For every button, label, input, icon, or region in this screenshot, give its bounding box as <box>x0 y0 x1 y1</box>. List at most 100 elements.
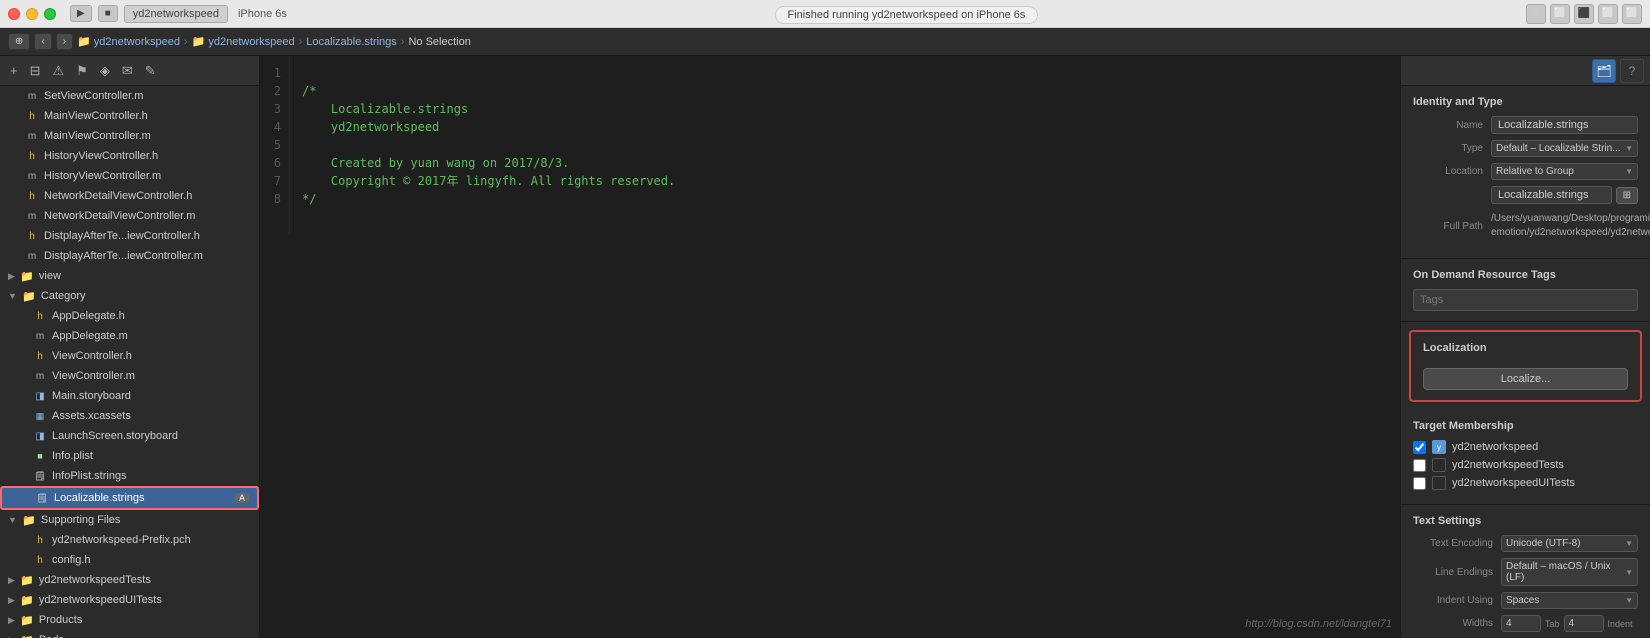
file-icon: h <box>32 308 48 324</box>
location-file-value: Localizable.strings <box>1491 186 1612 204</box>
type-select[interactable]: Default – Localizable Strin... ▼ <box>1491 140 1638 157</box>
file-icon: ▦ <box>32 408 48 424</box>
breadcrumb-sep-0: › <box>184 36 188 48</box>
file-icon: ◨ <box>32 388 48 404</box>
file-badge: A <box>235 493 249 503</box>
file-item-appdelegate-m[interactable]: m AppDelegate.m <box>0 326 259 346</box>
file-icon: 🗒 <box>32 468 48 484</box>
file-item-distplay-h[interactable]: h DistplayAfterTe...iewController.h <box>0 226 259 246</box>
back-button[interactable]: ⊕ <box>8 33 30 50</box>
close-button[interactable] <box>8 8 20 20</box>
file-item-setviewcontroller-m[interactable]: m SetViewController.m <box>0 86 259 106</box>
text-settings-section: Text Settings Text Encoding Unicode (UTF… <box>1401 505 1650 638</box>
tags-input[interactable] <box>1416 292 1635 308</box>
file-item-config-h[interactable]: h config.h <box>0 550 259 570</box>
folder-supporting-files[interactable]: ▼ 📁 Supporting Files <box>0 510 259 530</box>
folder-triangle: ▶ <box>8 595 15 606</box>
sidebar-add-btn[interactable]: + <box>6 61 22 80</box>
quick-help-icon[interactable]: ? <box>1620 59 1644 83</box>
indent-select[interactable]: Spaces ▼ <box>1501 592 1638 609</box>
target-yd2networkspeedtests: yd2networkspeedTests <box>1413 458 1638 472</box>
file-item-launchscreen[interactable]: ◨ LaunchScreen.storyboard <box>0 426 259 446</box>
indent-label: Indent Using <box>1413 595 1493 606</box>
target-yd2networkspeed: y yd2networkspeed <box>1413 440 1638 454</box>
file-item-main-storyboard[interactable]: ◨ Main.storyboard <box>0 386 259 406</box>
sidebar-diamond-btn[interactable]: ◈ <box>96 61 114 81</box>
folder-view[interactable]: ▶ 📁 view <box>0 266 259 286</box>
code-text[interactable]: /* Localizable.strings yd2networkspeed C… <box>290 56 1400 234</box>
target-checkbox-uitests[interactable] <box>1413 477 1426 490</box>
inspector-panel: 🗂 ? Identity and Type Name Localizable.s… <box>1400 56 1650 638</box>
line-endings-arrow: ▼ <box>1625 568 1633 577</box>
folder-triangle: ▶ <box>8 635 15 638</box>
status-text: Finished running yd2networkspeed on iPho… <box>775 6 1039 24</box>
breadcrumb-nav-prev[interactable]: ‹ <box>34 33 51 50</box>
location-file-btn[interactable]: ⊞ <box>1616 187 1638 204</box>
app-name: yd2networkspeed <box>124 5 228 23</box>
folder-pods[interactable]: ▶ 📁 Pods <box>0 630 259 638</box>
file-item-historyviewcontroller-m[interactable]: m HistoryViewController.m <box>0 166 259 186</box>
run-button[interactable]: ▶ <box>70 5 92 22</box>
file-item-viewcontroller-h[interactable]: h ViewController.h <box>0 346 259 366</box>
file-icon: m <box>24 208 40 224</box>
breadcrumb-item-2[interactable]: Localizable.strings <box>306 36 397 48</box>
full-path-row: Full Path /Users/yuanwang/Desktop/progra… <box>1413 210 1638 242</box>
code-editor[interactable]: 1 2 3 4 5 6 7 8 /* Localizable.strings y… <box>260 56 1400 638</box>
location-field-row: Location Relative to Group ▼ <box>1413 163 1638 180</box>
device-name: iPhone 6s <box>238 8 287 20</box>
sidebar-filter-btn[interactable]: ⊟ <box>26 61 45 81</box>
tab-width-input[interactable] <box>1501 615 1541 632</box>
file-item-info-plist[interactable]: ■ Info.plist <box>0 446 259 466</box>
folder-products[interactable]: ▶ 📁 Products <box>0 610 259 630</box>
file-item-localizable-strings[interactable]: 🗒 Localizable.strings A <box>0 486 259 510</box>
layout-icon2[interactable]: ⬛ <box>1574 4 1594 24</box>
layout-icon4[interactable]: ⬜ <box>1622 4 1642 24</box>
sidebar-warning-btn[interactable]: ⚠ <box>49 61 69 81</box>
folder-tests[interactable]: ▶ 📁 yd2networkspeedTests <box>0 570 259 590</box>
file-inspector-icon[interactable]: 🗂 <box>1592 59 1616 83</box>
line-endings-row: Line Endings Default – macOS / Unix (LF)… <box>1413 558 1638 586</box>
folder-category[interactable]: ▼ 📁 Category <box>0 286 259 306</box>
localize-button[interactable]: Localize... <box>1423 368 1628 390</box>
layout-icon3[interactable]: ⬜ <box>1598 4 1618 24</box>
stop-button[interactable]: ■ <box>98 5 118 22</box>
folder-uitests[interactable]: ▶ 📁 yd2networkspeedUITests <box>0 590 259 610</box>
minimize-button[interactable] <box>26 8 38 20</box>
file-item-assets[interactable]: ▦ Assets.xcassets <box>0 406 259 426</box>
breadcrumb-item-1[interactable]: 📁 yd2networkspeed <box>192 35 295 48</box>
sidebar-flag-btn[interactable]: ⚑ <box>72 61 92 81</box>
file-item-mainviewcontroller-h[interactable]: h MainViewController.h <box>0 106 259 126</box>
file-item-appdelegate-h[interactable]: h AppDelegate.h <box>0 306 259 326</box>
breadcrumb-item-3[interactable]: No Selection <box>408 36 470 48</box>
breadcrumb-nav-next[interactable]: › <box>56 33 73 50</box>
line-endings-select[interactable]: Default – macOS / Unix (LF) ▼ <box>1501 558 1638 586</box>
location-label: Location <box>1413 166 1483 177</box>
file-item-mainviewcontroller-m[interactable]: m MainViewController.m <box>0 126 259 146</box>
maximize-button[interactable] <box>44 8 56 20</box>
tags-container[interactable] <box>1413 289 1638 311</box>
target-checkbox-main[interactable] <box>1413 441 1426 454</box>
widths-inputs: Tab Indent <box>1501 615 1638 632</box>
sidebar-note-btn[interactable]: ✎ <box>141 61 160 81</box>
sidebar-msg-btn[interactable]: ✉ <box>118 61 137 81</box>
file-item-networkdetailviewcontroller-h[interactable]: h NetworkDetailViewController.h <box>0 186 259 206</box>
grid-icon[interactable]: ⊞ <box>1526 4 1546 24</box>
file-item-historyviewcontroller-h[interactable]: h HistoryViewController.h <box>0 146 259 166</box>
file-icon: m <box>32 368 48 384</box>
file-item-prefix[interactable]: h yd2networkspeed-Prefix.pch <box>0 530 259 550</box>
file-icon: h <box>32 532 48 548</box>
layout-icon1[interactable]: ⬜ <box>1550 4 1570 24</box>
file-item-networkdetailviewcontroller-m[interactable]: m NetworkDetailViewController.m <box>0 206 259 226</box>
file-navigator: + ⊟ ⚠ ⚑ ◈ ✉ ✎ m SetViewController.m h Ma… <box>0 56 260 638</box>
file-item-infoplist-strings[interactable]: 🗒 InfoPlist.strings <box>0 466 259 486</box>
file-item-distplay-m[interactable]: m DistplayAfterTe...iewController.m <box>0 246 259 266</box>
target-checkbox-tests[interactable] <box>1413 459 1426 472</box>
location-select[interactable]: Relative to Group ▼ <box>1491 163 1638 180</box>
indent-width-input[interactable] <box>1564 615 1604 632</box>
encoding-select[interactable]: Unicode (UTF-8) ▼ <box>1501 535 1638 552</box>
file-item-viewcontroller-m[interactable]: m ViewController.m <box>0 366 259 386</box>
folder-icon: 📁 <box>21 288 37 304</box>
folder-icon: 📁 <box>19 572 35 588</box>
file-icon: m <box>24 168 40 184</box>
breadcrumb-item-0[interactable]: 📁 yd2networkspeed <box>77 35 180 48</box>
